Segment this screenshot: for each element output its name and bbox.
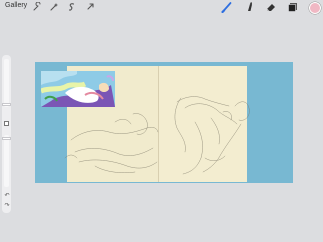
top-toolbar: Gallery xyxy=(0,0,323,16)
color-picker-swatch[interactable] xyxy=(309,2,321,14)
opacity-slider[interactable] xyxy=(2,135,11,187)
gallery-button[interactable]: Gallery xyxy=(5,2,27,9)
transform-arrow-icon[interactable] xyxy=(85,2,95,12)
modify-button[interactable] xyxy=(4,121,9,126)
undo-icon[interactable]: ↶ xyxy=(3,192,11,199)
brush-icon[interactable] xyxy=(221,1,233,13)
drawing-canvas[interactable] xyxy=(35,62,293,183)
smudge-icon[interactable] xyxy=(243,1,255,13)
opacity-handle[interactable] xyxy=(2,137,11,140)
selection-icon[interactable] xyxy=(67,2,77,12)
wrench-icon[interactable] xyxy=(32,2,42,12)
brush-size-slider[interactable] xyxy=(2,59,11,107)
layers-icon[interactable] xyxy=(287,1,299,13)
magic-wand-icon[interactable] xyxy=(49,2,59,12)
eraser-icon[interactable] xyxy=(265,1,277,13)
reference-thumbnail xyxy=(41,71,115,107)
brush-size-handle[interactable] xyxy=(2,103,11,106)
left-sidebar: ↶ ↷ xyxy=(2,55,11,213)
redo-icon[interactable]: ↷ xyxy=(3,202,11,209)
